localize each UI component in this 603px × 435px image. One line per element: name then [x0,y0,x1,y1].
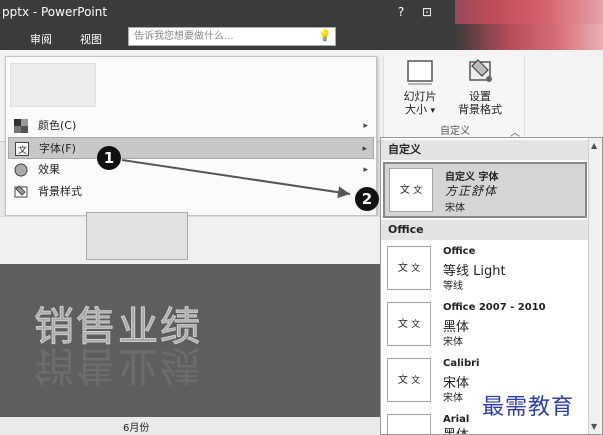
font-card-body-font: 宋体 [445,203,465,214]
variants-dropdown-menu: 颜色(C) ▸ 文 字体(F) ▸ 效果 ▸ 背景样式 ▸ [5,56,377,216]
gallery-section-custom: 自定义 [381,140,588,160]
chevron-right-icon: ▸ [363,121,368,131]
menu-item-background-styles[interactable]: 背景样式 ▸ [8,181,374,203]
font-card-name: 自定义 字体 [445,172,499,183]
menu-item-fonts-label: 字体(F) [39,142,76,155]
window-controls-blurred [455,0,603,24]
help-icon[interactable]: ? [392,3,410,21]
menu-item-background-styles-label: 背景样式 [38,185,82,198]
gallery-scrollbar[interactable]: ▲ ▼ [588,138,602,434]
font-card-custom[interactable]: 文 文 自定义 字体 方正舒体 宋体 [383,162,587,218]
font-card-name: Calibri [443,358,480,369]
slide-month-label: 6月份 [123,423,150,434]
effects-icon [14,163,28,177]
chevron-right-icon: ▸ [363,165,368,175]
font-preview-icon: 文 文 [387,302,431,346]
customize-group: 幻灯片 大小 ▾ 设置 背景格式 自定义 ︿ [383,56,525,142]
format-background-icon [469,59,492,82]
font-card-heading-font: 方正舒体 [445,184,498,198]
tell-me-search-box[interactable]: 💡 [128,27,336,46]
callout-2: 2 [355,187,379,211]
font-card-office[interactable]: 文 文 Office 等线 Light 等线 [383,242,587,298]
font-card-body-font: 宋体 [443,393,463,404]
font-preview-icon [387,414,431,434]
account-area-blurred [455,24,603,50]
font-card-body-font: 宋体 [443,337,463,348]
tab-review[interactable]: 审阅 [30,31,52,47]
gallery-section-office: Office [381,220,588,240]
tab-view[interactable]: 视图 [80,31,102,47]
scroll-up-icon[interactable]: ▲ [591,141,597,150]
font-card-body-font: 等线 [443,281,463,292]
slide-thumbnail-strip [0,216,380,264]
font-card-heading-font: 黑体 [443,424,469,434]
watermark-logo: 最需教育 [482,395,575,420]
svg-text:文: 文 [18,144,27,156]
window-title: pptx - PowerPoint [2,5,108,19]
font-preview-icon: 文 文 [389,168,433,212]
chevron-right-icon: ▸ [362,144,367,154]
font-card-office-2007[interactable]: 文 文 Office 2007 - 2010 黑体 宋体 [383,298,587,354]
variant-thumbnail[interactable] [10,63,96,107]
font-card-name: Office [443,246,476,257]
tell-me-search-input[interactable] [129,28,309,45]
slide-size-button[interactable]: 幻灯片 大小 ▾ [390,56,450,118]
lightbulb-icon: 💡 [318,29,332,42]
ribbon-display-options-icon[interactable]: ⊡ [418,3,436,21]
chevron-down-icon: ▾ [430,106,436,116]
ribbon-tab-row: 审阅 视图 💡 [0,24,603,50]
font-card-name: Office 2007 - 2010 [443,302,546,313]
slide-title-reflection: 销售业绩 [34,342,202,388]
customize-group-label: 自定义 [440,126,470,137]
slide-size-icon [407,60,433,85]
menu-item-effects-label: 效果 [38,163,60,176]
background-style-icon [14,185,28,198]
format-background-label: 设置 背景格式 [458,90,502,116]
color-swatch-icon [14,119,28,133]
menu-item-effects[interactable]: 效果 ▸ [8,159,374,181]
callout-1: 1 [97,146,121,170]
font-preview-icon: 文 文 [387,358,431,402]
font-icon: 文 [15,142,29,156]
scroll-down-icon[interactable]: ▼ [591,422,597,431]
font-preview-icon: 文 文 [387,246,431,290]
menu-item-colors-label: 颜色(C) [38,119,77,132]
menu-item-colors[interactable]: 颜色(C) ▸ [8,115,374,137]
format-background-button[interactable]: 设置 背景格式 [450,56,510,116]
slide-thumbnail[interactable] [86,212,188,260]
slide-footer: 6月份 [0,417,380,435]
menu-item-fonts[interactable]: 文 字体(F) ▸ [8,137,374,159]
title-bar: pptx - PowerPoint ? ⊡ [0,0,603,24]
